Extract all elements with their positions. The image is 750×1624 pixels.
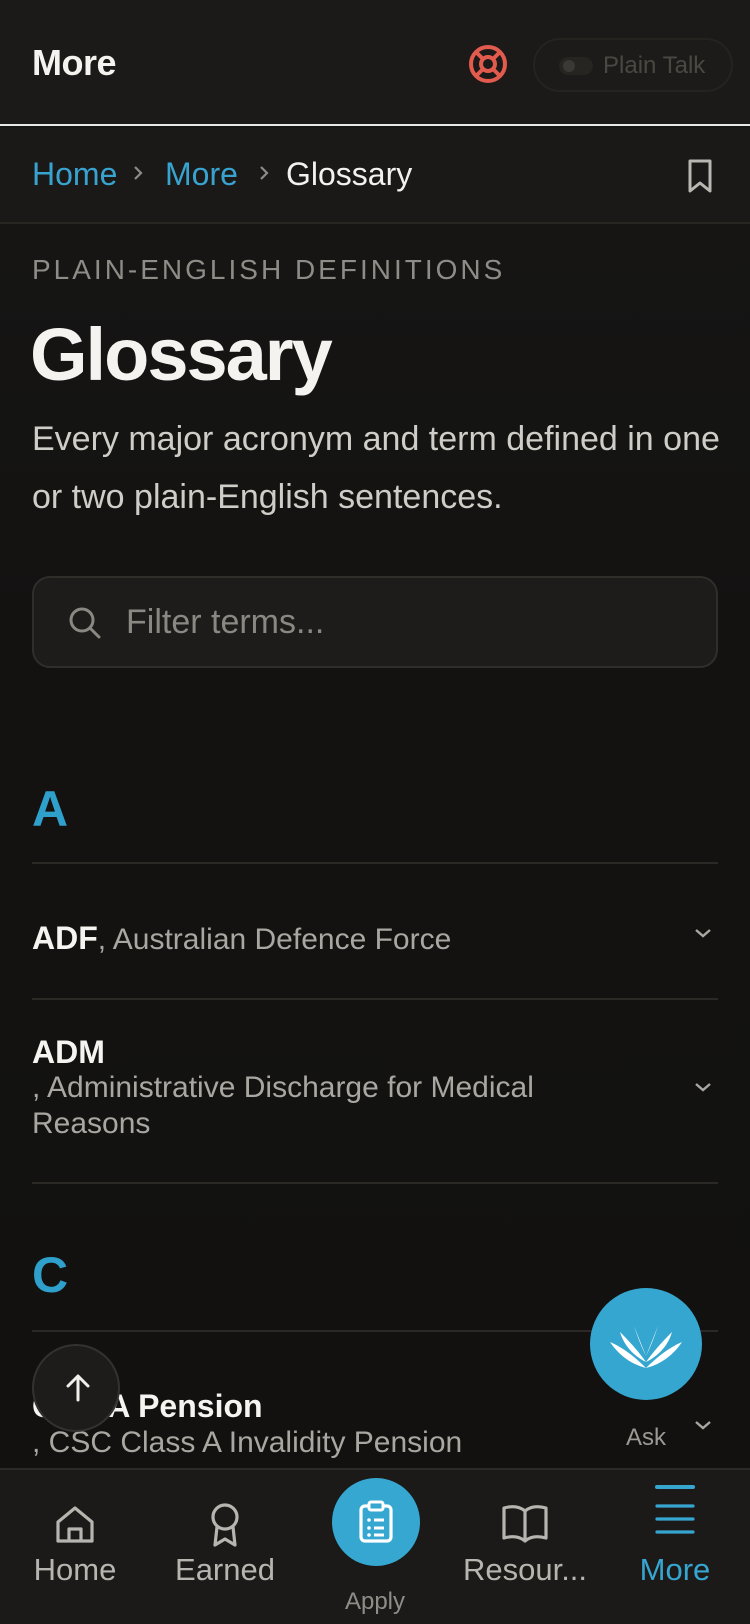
page-title: Glossary [30, 313, 333, 396]
section-eyebrow: PLAIN-ENGLISH DEFINITIONS [32, 254, 506, 285]
bookmark-icon[interactable] [686, 158, 714, 194]
nav-label: Apply [344, 1588, 406, 1615]
arrow-up-icon [66, 1374, 90, 1402]
award-icon [211, 1503, 239, 1547]
menu-icon [655, 1485, 695, 1534]
nav-label: Earned [175, 1552, 275, 1587]
chevron-down-icon [695, 1083, 711, 1092]
lifebuoy-help-icon[interactable] [467, 43, 509, 85]
chevron-down-icon [695, 929, 711, 938]
nav-item-more[interactable]: More [600, 1470, 750, 1624]
header-title: More [32, 42, 117, 83]
book-icon [502, 1505, 548, 1543]
nav-item-home[interactable]: Home [0, 1470, 150, 1624]
breadcrumb-more-link[interactable]: More [165, 156, 238, 193]
divider [32, 1182, 718, 1184]
nav-label: More [639, 1552, 711, 1587]
entry-term: ADF [32, 920, 98, 956]
entry-definition: , CSC Class A Invalidity Pension [32, 1426, 463, 1459]
chevron-right-icon [134, 166, 143, 180]
breadcrumb-current: Glossary [286, 156, 413, 192]
chevron-down-icon [695, 1421, 711, 1430]
glossary-screen: More Plain Talk Home More Glossary PLAIN… [0, 0, 750, 1624]
glossary-entry-adm[interactable]: ADM , Administrative Discharge for Medic… [32, 1000, 718, 1182]
toggle-switch [559, 57, 593, 75]
breadcrumb: Home More Glossary [0, 128, 750, 224]
ask-label: Ask [626, 1424, 667, 1451]
section-letter-a: A [32, 781, 69, 837]
entry-definition: , Australian Defence Force [97, 923, 452, 956]
glossary-entry-adf[interactable]: ADF, Australian Defence Force [32, 864, 718, 998]
app-header: More Plain Talk [0, 0, 750, 126]
nav-label: Home [33, 1552, 117, 1587]
apply-button[interactable] [332, 1478, 420, 1566]
search-icon [69, 607, 101, 639]
nav-label: Resour... [462, 1552, 588, 1587]
section-letter-c: C [32, 1247, 69, 1303]
plain-talk-toggle[interactable]: Plain Talk [533, 38, 733, 92]
filter-search-box [32, 576, 718, 668]
scroll-to-top-button[interactable] [32, 1344, 120, 1432]
home-icon [56, 1506, 94, 1543]
nav-item-earned[interactable]: Earned [150, 1470, 300, 1624]
filter-terms-input[interactable] [126, 592, 686, 652]
breadcrumb-home-link[interactable]: Home [32, 156, 117, 193]
bottom-navigation: Home Earned Apply Resour... More [0, 1468, 750, 1624]
nav-item-resources[interactable]: Resour... [450, 1470, 600, 1624]
leaf-logo-icon [610, 1326, 682, 1368]
ask-assistant-button[interactable] [590, 1288, 702, 1400]
chevron-right-icon [260, 166, 269, 180]
entry-term: ADM [32, 1034, 105, 1070]
toggle-label: Plain Talk [603, 52, 706, 79]
entry-definition: , Administrative Discharge for Medical R… [32, 1071, 534, 1140]
page-intro: Every major acronym and term defined in … [32, 420, 720, 516]
clipboard-icon [359, 1500, 393, 1543]
